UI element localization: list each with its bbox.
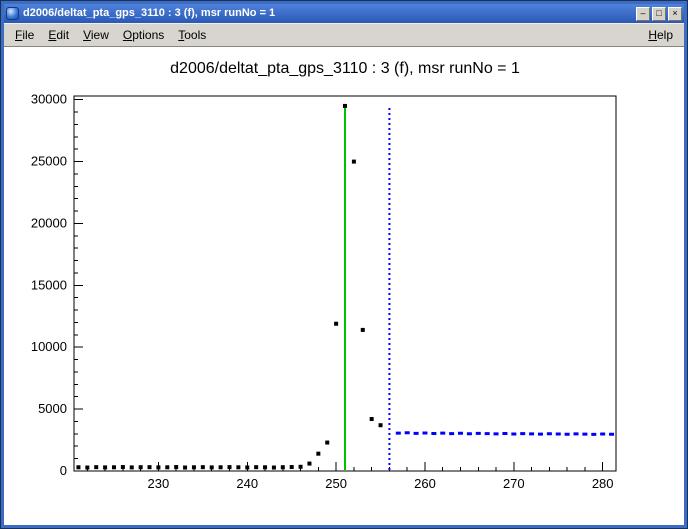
application-window: d2006/deltat_pta_gps_3110 : 3 (f), msr r… <box>0 0 688 529</box>
svg-text:230: 230 <box>148 476 170 491</box>
menu-item-edit[interactable]: Edit <box>41 25 76 45</box>
svg-text:15000: 15000 <box>31 277 67 292</box>
root-canvas[interactable]: d2006/deltat_pta_gps_3110 : 3 (f), msr r… <box>4 47 684 525</box>
svg-text:280: 280 <box>592 476 614 491</box>
svg-text:25000: 25000 <box>31 154 67 169</box>
menu-bar: File Edit View Options Tools Help <box>4 23 684 47</box>
svg-text:0: 0 <box>60 463 67 478</box>
chart: d2006/deltat_pta_gps_3110 : 3 (f), msr r… <box>4 47 684 525</box>
svg-text:10000: 10000 <box>31 339 67 354</box>
menu-item-help[interactable]: Help <box>641 25 680 45</box>
svg-text:d2006/deltat_pta_gps_3110 : 3: d2006/deltat_pta_gps_3110 : 3 (f), msr r… <box>170 60 520 77</box>
window-controls: – □ × <box>636 7 682 21</box>
svg-text:260: 260 <box>414 476 436 491</box>
window-title: d2006/deltat_pta_gps_3110 : 3 (f), msr r… <box>23 4 632 23</box>
maximize-button[interactable]: □ <box>652 7 666 21</box>
close-button[interactable]: × <box>668 7 682 21</box>
svg-text:240: 240 <box>236 476 258 491</box>
svg-text:5000: 5000 <box>38 401 67 416</box>
minimize-button[interactable]: – <box>636 7 650 21</box>
svg-text:270: 270 <box>503 476 525 491</box>
title-bar[interactable]: d2006/deltat_pta_gps_3110 : 3 (f), msr r… <box>4 4 684 23</box>
menu-item-options[interactable]: Options <box>116 25 171 45</box>
menu-item-file[interactable]: File <box>8 25 41 45</box>
svg-text:30000: 30000 <box>31 92 67 107</box>
svg-text:20000: 20000 <box>31 215 67 230</box>
svg-text:250: 250 <box>325 476 347 491</box>
menu-item-view[interactable]: View <box>76 25 116 45</box>
window-icon[interactable] <box>6 7 19 20</box>
menu-item-tools[interactable]: Tools <box>171 25 213 45</box>
